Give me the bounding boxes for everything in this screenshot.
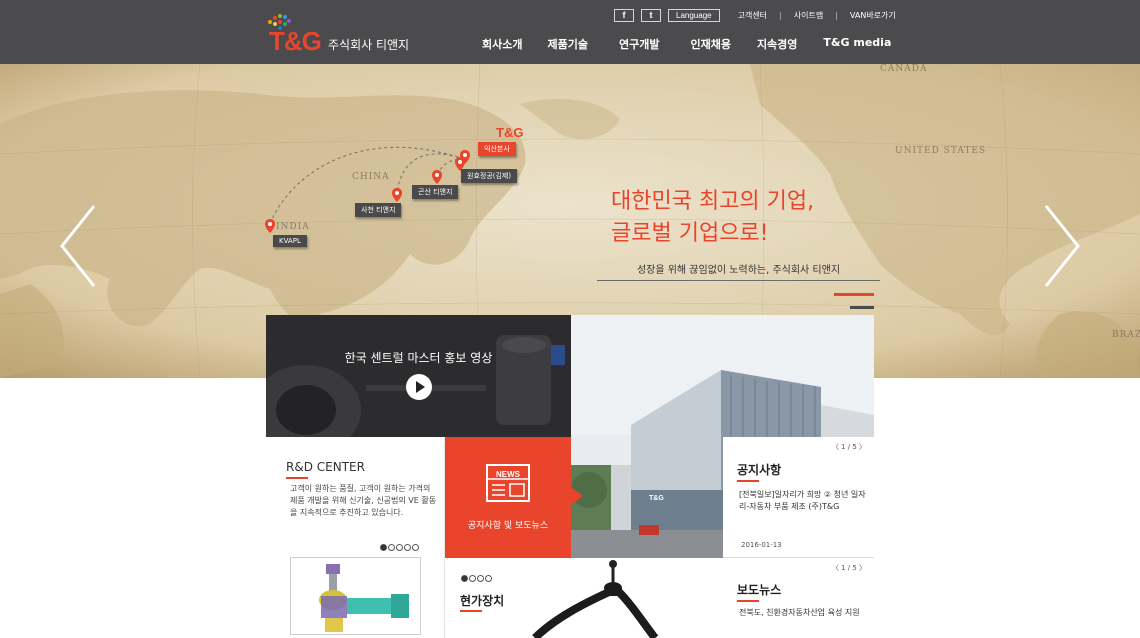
video-title: 한국 센트럴 마스터 홍보 영상 xyxy=(344,351,493,365)
news-tile[interactable]: NEWS 공지사항 및 보도뉴스 xyxy=(445,437,571,558)
facebook-icon[interactable]: f xyxy=(614,8,634,22)
map-pin-icon xyxy=(392,188,402,202)
promo-video-card[interactable]: 한국 센트럴 마스터 홍보 영상 xyxy=(266,315,571,437)
hero-headline: 대한민국 최고의 기업, 글로벌 기업으로! xyxy=(611,186,814,250)
utility-separator: | xyxy=(779,10,782,20)
map-label-brazil: BRAZ xyxy=(1112,330,1140,340)
carousel-dot[interactable] xyxy=(477,575,484,582)
nav-item-research[interactable]: 연구개발 xyxy=(619,36,659,52)
newspaper-icon xyxy=(486,464,530,502)
carousel-dot[interactable] xyxy=(412,544,419,551)
press-panel: 〈 1 / 5 〉 보도뉴스 전북도, 친환경자동차산업 육성 지원 xyxy=(723,558,874,638)
location-label: 곤산 티앤지 xyxy=(412,185,459,199)
nav-item-products[interactable]: 제품기술 xyxy=(547,36,587,52)
map-label-india: INDIA xyxy=(276,222,310,232)
map-label-canada: CANADA xyxy=(880,64,928,74)
location-label: 원효정공(김제) xyxy=(461,169,518,183)
hero-subcopy: 성장을 위해 끊임없이 노력하는, 주식회사 티앤지 xyxy=(597,261,880,281)
nav-item-about[interactable]: 회사소개 xyxy=(482,36,522,52)
device-carousel-dots xyxy=(461,575,493,582)
rnd-title-underline xyxy=(286,477,308,479)
carousel-dot[interactable] xyxy=(461,575,468,582)
customer-center-link[interactable]: 고객센터 xyxy=(738,10,767,21)
carousel-dot[interactable] xyxy=(388,544,395,551)
play-icon[interactable] xyxy=(406,374,432,400)
suspension-arm-image xyxy=(532,560,659,638)
map-pin-icon xyxy=(432,170,442,184)
logo[interactable]: T&G 주식회사 티앤지 xyxy=(266,12,416,56)
rnd-carousel-dots xyxy=(380,544,420,551)
notice-item-link[interactable]: [전북일보]일자리가 희망 ② 청년 일자리-자동차 부품 제조 (주)T&G xyxy=(739,489,869,513)
carousel-dot[interactable] xyxy=(380,544,387,551)
carousel-dot[interactable] xyxy=(404,544,411,551)
news-icon-text: NEWS xyxy=(496,470,520,479)
press-title-underline xyxy=(737,600,759,602)
twitter-icon[interactable]: t xyxy=(641,8,661,22)
rnd-description: 고객이 원하는 품질, 고객이 원하는 가격의 제품 개발을 위해 신기술, 신… xyxy=(290,484,437,517)
nav-item-careers[interactable]: 인재채용 xyxy=(690,36,730,52)
main-nav: 회사소개 제품기술 연구개발 인재채용 지속경영 T&G media xyxy=(482,36,891,52)
company-name: 주식회사 티앤지 xyxy=(328,38,410,52)
carousel-dot[interactable] xyxy=(485,575,492,582)
nav-item-sustainability[interactable]: 지속경영 xyxy=(757,36,797,52)
suspension-card[interactable]: 현가장치 xyxy=(445,558,723,638)
map-logo: T&G xyxy=(496,125,524,140)
location-label: 사천 티앤지 xyxy=(355,203,402,217)
van-link[interactable]: VAN바로가기 xyxy=(850,10,896,21)
notice-panel: 〈 1 / 5 〉 공지사항 [전북일보]일자리가 희망 ② 청년 일자리-자동… xyxy=(723,437,874,558)
notice-date: 2016-01-13 xyxy=(741,541,782,549)
sitemap-link[interactable]: 사이트맵 xyxy=(794,10,823,21)
carousel-dot[interactable] xyxy=(396,544,403,551)
hero-headline-line-1: 대한민국 최고의 기업, xyxy=(611,189,815,214)
device-title: 현가장치 xyxy=(460,594,505,608)
map-label-us: UNITED STATES xyxy=(895,146,987,156)
location-label: KVAPL xyxy=(273,235,307,247)
site-header: T&G 주식회사 티앤지 f t Language 고객센터 | 사이트맵 | … xyxy=(0,0,1140,64)
notice-pager[interactable]: 〈 1 / 5 〉 xyxy=(832,442,866,452)
rnd-part-image xyxy=(290,557,421,635)
location-label: 익산본사 xyxy=(478,142,516,156)
press-item-link[interactable]: 전북도, 친환경자동차산업 육성 지원 xyxy=(739,607,869,619)
logo-text: T&G xyxy=(269,26,322,56)
page: T&G 주식회사 티앤지 f t Language 고객센터 | 사이트맵 | … xyxy=(0,0,1140,638)
utility-bar: f t Language 고객센터 | 사이트맵 | VAN바로가기 xyxy=(614,8,896,22)
carousel-dot[interactable] xyxy=(469,575,476,582)
utility-separator: | xyxy=(835,10,838,20)
press-pager[interactable]: 〈 1 / 5 〉 xyxy=(832,563,866,573)
hero-headline-line-2: 글로벌 기업으로! xyxy=(611,221,769,246)
prev-slide-arrow-icon[interactable] xyxy=(56,202,100,290)
notice-title-underline xyxy=(737,480,759,482)
map-label-china: CHINA xyxy=(352,172,390,182)
nav-item-media[interactable]: T&G media xyxy=(823,36,891,52)
map-pin-icon xyxy=(265,219,275,233)
notice-title: 공지사항 xyxy=(737,463,782,477)
next-slide-arrow-icon[interactable] xyxy=(1040,202,1084,290)
news-label: 공지사항 및 보도뉴스 xyxy=(467,521,549,531)
device-title-underline xyxy=(460,610,482,612)
press-title: 보도뉴스 xyxy=(737,583,782,597)
language-button[interactable]: Language xyxy=(668,8,720,22)
news-pointer xyxy=(571,487,583,505)
rnd-title: R&D CENTER xyxy=(286,460,365,474)
building-sign: T&G xyxy=(649,495,664,502)
